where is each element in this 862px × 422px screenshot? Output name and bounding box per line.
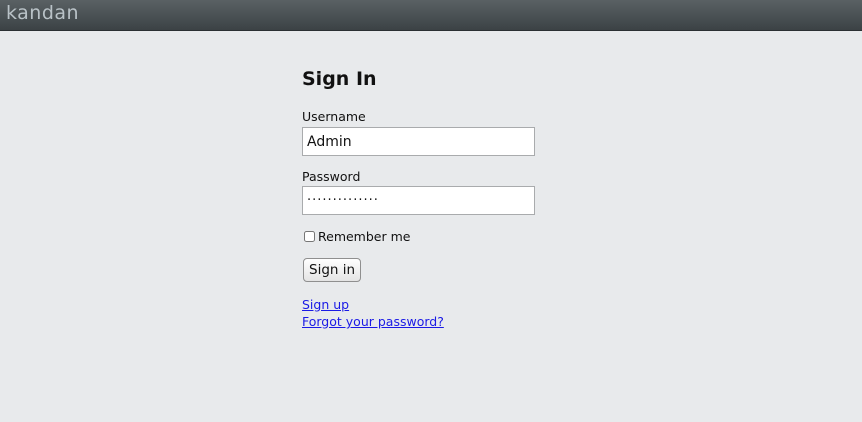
page-title: Sign In	[302, 68, 377, 90]
username-label: Username	[302, 109, 366, 124]
username-input[interactable]	[302, 127, 535, 156]
password-input[interactable]	[302, 186, 535, 215]
remember-me-checkbox[interactable]	[304, 231, 315, 242]
sign-in-button[interactable]: Sign in	[303, 258, 362, 282]
sign-up-link[interactable]: Sign up	[302, 296, 444, 313]
app-logo[interactable]: kandan	[6, 2, 79, 24]
remember-me-label: Remember me	[318, 229, 411, 244]
password-label: Password	[302, 169, 361, 184]
remember-me-row[interactable]: Remember me	[302, 229, 410, 244]
top-bar: kandan	[0, 0, 862, 31]
auth-links: Sign up Forgot your password?	[302, 296, 444, 330]
forgot-password-link[interactable]: Forgot your password?	[302, 313, 444, 330]
